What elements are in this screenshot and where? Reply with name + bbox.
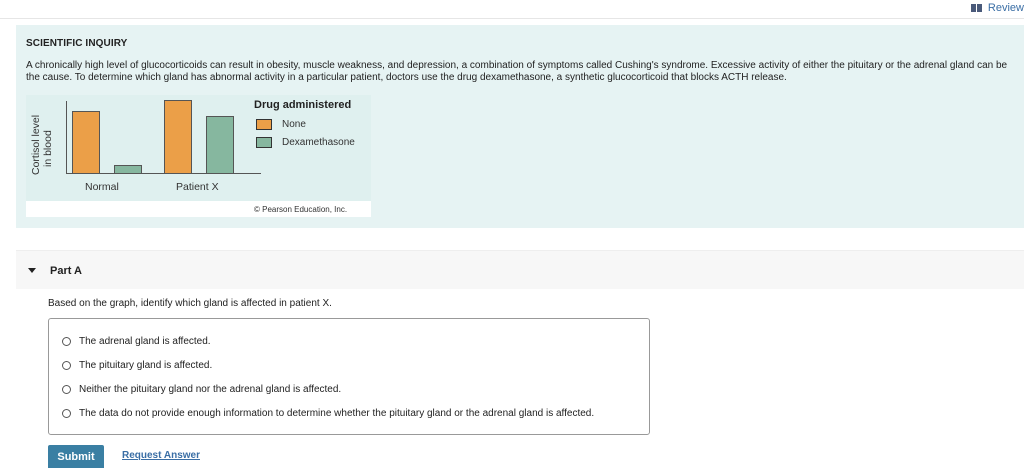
choice-adrenal[interactable]: The adrenal gland is affected. <box>62 336 211 347</box>
y-axis-label-line1: Cortisol level <box>30 114 42 175</box>
bar-patient-x-none <box>164 100 192 174</box>
radio-button[interactable] <box>62 337 71 346</box>
y-axis-label-line2: in blood <box>42 130 54 167</box>
legend-item-dexamethasone: Dexamethasone <box>256 137 355 148</box>
scientific-inquiry-panel: SCIENTIFIC INQUIRY A chronically high le… <box>16 25 1024 228</box>
legend-swatch-dexamethasone <box>256 137 272 148</box>
bar-normal-dexamethasone <box>114 165 142 174</box>
copyright-text: © Pearson Education, Inc. <box>254 205 348 214</box>
radio-button[interactable] <box>62 385 71 394</box>
question-text: Based on the graph, identify which gland… <box>48 298 332 309</box>
choice-label: The data do not provide enough informati… <box>79 408 595 419</box>
bar-normal-none <box>72 111 100 174</box>
legend-item-none: None <box>256 119 306 130</box>
legend-label-dexamethasone: Dexamethasone <box>282 137 355 148</box>
cortisol-figure: Cortisol level in blood Normal Patient X… <box>26 95 371 217</box>
legend-label-none: None <box>282 119 306 130</box>
legend-swatch-none <box>256 119 272 130</box>
request-answer-link[interactable]: Request Answer <box>122 450 200 461</box>
review-label: Review <box>987 2 1024 14</box>
y-axis-label: Cortisol level in blood <box>30 105 60 175</box>
choice-label: The adrenal gland is affected. <box>79 336 211 347</box>
radio-button[interactable] <box>62 361 71 370</box>
part-a-header[interactable]: Part A <box>16 250 1024 289</box>
x-tick-normal: Normal <box>85 181 119 193</box>
submit-button[interactable]: Submit <box>48 445 104 468</box>
inquiry-title: SCIENTIFIC INQUIRY <box>26 38 128 49</box>
choice-label: Neither the pituitary gland nor the adre… <box>79 384 342 395</box>
book-icon <box>970 4 983 12</box>
collapse-caret-icon[interactable] <box>28 268 36 273</box>
part-title: Part A <box>50 265 82 277</box>
choice-label: The pituitary gland is affected. <box>79 360 213 371</box>
choice-pituitary[interactable]: The pituitary gland is affected. <box>62 360 212 371</box>
inquiry-body: A chronically high level of glucocortico… <box>26 60 1008 83</box>
review-link[interactable]: Review <box>970 2 1024 14</box>
choice-neither[interactable]: Neither the pituitary gland nor the adre… <box>62 384 341 395</box>
x-tick-patient-x: Patient X <box>176 181 219 193</box>
legend-title: Drug administered <box>254 99 352 111</box>
chart-area: Cortisol level in blood Normal Patient X… <box>26 95 371 201</box>
radio-button[interactable] <box>62 409 71 418</box>
bar-patient-x-dexamethasone <box>206 116 234 174</box>
top-bar: Review <box>0 0 1024 19</box>
y-axis <box>66 101 67 174</box>
choice-not-enough-info[interactable]: The data do not provide enough informati… <box>62 408 594 419</box>
answer-choices: The adrenal gland is affected. The pitui… <box>48 318 650 435</box>
